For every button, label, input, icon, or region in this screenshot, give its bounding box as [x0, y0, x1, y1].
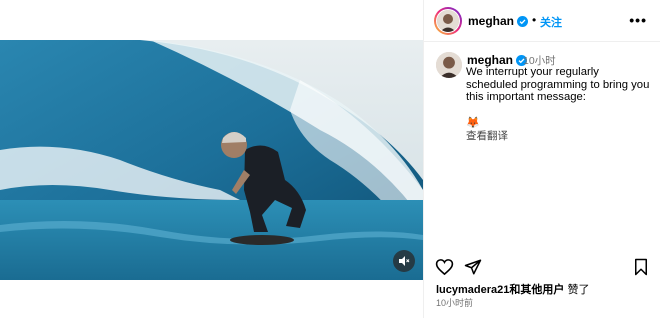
heart-icon — [435, 259, 454, 276]
surfer-wave-video — [0, 40, 423, 280]
verified-badge-icon — [517, 16, 529, 27]
profile-picture — [436, 52, 462, 78]
save-button[interactable] — [633, 258, 649, 281]
post-media-video[interactable] — [0, 40, 423, 280]
action-bar — [424, 256, 660, 278]
caption-username[interactable]: meghan — [467, 53, 528, 67]
likes-summary[interactable]: lucymadera21和其他用户 赞了 — [436, 281, 589, 297]
see-translation-link[interactable]: 查看翻译 — [466, 128, 508, 143]
post-header: meghan • 关注 ••• — [424, 0, 660, 42]
post-side-panel: meghan • 关注 ••• meghan 10小时 We interrupt… — [423, 0, 660, 318]
speaker-muted-icon — [399, 256, 410, 266]
caption-avatar[interactable] — [436, 52, 462, 78]
bookmark-icon — [635, 258, 647, 276]
more-options-button[interactable]: ••• — [629, 12, 647, 28]
more-horizontal-icon: ••• — [629, 12, 647, 28]
follow-button[interactable]: 关注 — [540, 14, 562, 30]
like-button[interactable] — [435, 258, 454, 281]
header-username[interactable]: meghan — [468, 14, 529, 28]
likes-others[interactable]: 和其他用户 — [509, 284, 564, 296]
caption-text: We interrupt your regularly scheduled pr… — [466, 66, 650, 103]
share-button[interactable] — [464, 258, 482, 281]
separator-dot: • — [532, 13, 537, 27]
mute-button[interactable] — [393, 250, 415, 272]
liker-username[interactable]: lucymadera21 — [436, 284, 509, 296]
post-timestamp[interactable]: 10小时前 — [436, 296, 473, 309]
profile-picture — [437, 10, 459, 32]
author-avatar[interactable] — [434, 7, 462, 35]
send-icon — [464, 259, 482, 275]
likes-tail: 赞了 — [564, 284, 590, 296]
